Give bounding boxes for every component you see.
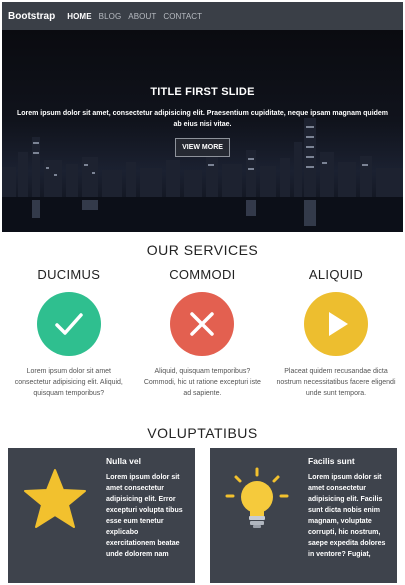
- card-title: Nulla vel: [106, 456, 141, 466]
- star-icon: [18, 454, 92, 544]
- checkmark-icon: [36, 292, 101, 356]
- feature-card: Facilis sunt Lorem ipsum dolor sit amet …: [210, 448, 397, 583]
- service-item: COMMODI Aliquid, quisquam temporibus? Co…: [136, 267, 270, 399]
- feature-card: Nulla vel Lorem ipsum dolor sit amet con…: [8, 448, 195, 583]
- services-heading: OUR SERVICES: [146, 242, 259, 258]
- nav-link-contact[interactable]: CONTACT: [163, 12, 202, 21]
- service-text: Aliquid, quisquam temporibus? Commodi, h…: [143, 368, 261, 397]
- navbar: Bootstrap HOME BLOG ABOUT CONTACT: [2, 2, 403, 30]
- nav-link-home[interactable]: HOME: [67, 12, 91, 21]
- hero-text: Lorem ipsum dolor sit amet, consectetur …: [16, 110, 389, 128]
- service-title: ALIQUID: [308, 267, 364, 282]
- nav-link-blog[interactable]: BLOG: [99, 12, 122, 21]
- feature-cards: Nulla vel Lorem ipsum dolor sit amet con…: [2, 448, 403, 583]
- service-item: DUCIMUS Lorem ipsum dolor sit amet conse…: [2, 267, 136, 399]
- play-icon: [303, 292, 368, 356]
- brand-logo[interactable]: Bootstrap: [8, 11, 55, 22]
- service-text: Placeat quidem recusandae dicta nostrum …: [276, 368, 396, 397]
- service-text: Lorem ipsum dolor sit amet consectetur a…: [14, 368, 123, 397]
- card-text: Lorem ipsum dolor sit amet consectetur a…: [106, 474, 183, 558]
- lightbulb-icon: [220, 454, 294, 544]
- hero-title: TITLE FIRST SLIDE: [150, 86, 255, 98]
- card-title: Facilis sunt: [308, 456, 355, 466]
- hero-caption: TITLE FIRST SLIDE Lorem ipsum dolor sit …: [2, 86, 403, 157]
- service-item: ALIQUID Placeat quidem recusandae dicta …: [269, 267, 403, 399]
- services-list: DUCIMUS Lorem ipsum dolor sit amet conse…: [2, 267, 403, 399]
- page: Bootstrap HOME BLOG ABOUT CONTACT TITLE …: [2, 2, 403, 583]
- card-text: Lorem ipsum dolor sit amet consectetur a…: [308, 474, 386, 558]
- close-icon: [170, 292, 235, 356]
- hero-carousel: TITLE FIRST SLIDE Lorem ipsum dolor sit …: [2, 30, 403, 232]
- service-title: DUCIMUS: [37, 267, 101, 282]
- nav-links: HOME BLOG ABOUT CONTACT: [67, 12, 202, 21]
- service-title: COMMODI: [169, 267, 236, 282]
- view-more-button[interactable]: VIEW MORE: [175, 138, 230, 157]
- voluptatibus-heading: VOLUPTATIBUS: [147, 425, 258, 441]
- nav-link-about[interactable]: ABOUT: [128, 12, 156, 21]
